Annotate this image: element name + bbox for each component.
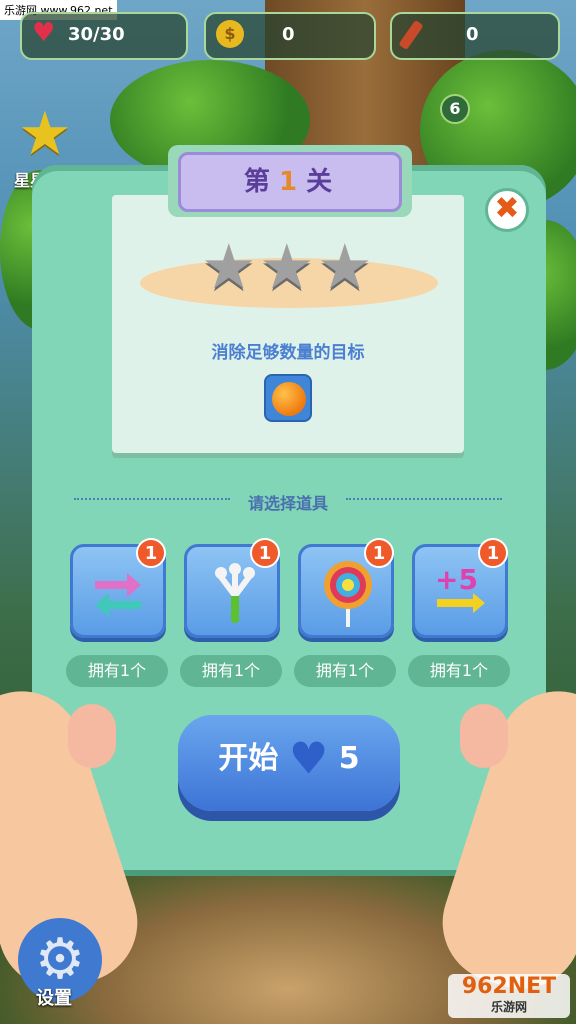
- rating-star-icon: ★: [317, 230, 373, 303]
- lives-value: 30/30: [68, 24, 125, 45]
- lollipop-icon: [317, 557, 379, 629]
- booster-owned-label: 拥有1个: [294, 655, 396, 687]
- close-icon: ✖: [494, 191, 520, 226]
- plus5-moves-icon: +5: [427, 561, 495, 625]
- fork-icon: [205, 559, 265, 627]
- site-logo: 962NET 乐游网: [448, 974, 570, 1018]
- gear-icon: ⚙: [34, 927, 86, 992]
- star-icon[interactable]: ★: [18, 104, 72, 164]
- level-number: 1: [278, 167, 302, 197]
- start-button-content: 开始 ♥ 5: [178, 715, 400, 805]
- orange-icon: [272, 382, 306, 416]
- right-thumb: [460, 704, 508, 768]
- close-button[interactable]: ✖: [485, 188, 529, 232]
- rating-star-icon: ★: [201, 230, 257, 303]
- start-label: 开始: [218, 741, 279, 776]
- title-prefix: 第: [243, 167, 274, 197]
- level-title: 第 1 关: [178, 152, 402, 212]
- left-thumb: [68, 704, 116, 768]
- booster-count-badge: 1: [478, 538, 508, 568]
- booster-count-badge: 1: [364, 538, 394, 568]
- booster-owned-label: 拥有1个: [408, 655, 510, 687]
- select-boosters-label: 请选择道具: [247, 494, 328, 513]
- lives-counter: ♥ 30/30: [20, 12, 188, 60]
- start-button[interactable]: 开始 ♥ 5: [178, 715, 400, 811]
- items-value: 0: [466, 24, 479, 45]
- level-badge: 6: [440, 94, 470, 124]
- items-counter: 0: [390, 12, 560, 60]
- booster-owned-label: 拥有1个: [180, 655, 282, 687]
- goal-description: 消除足够数量的目标: [211, 343, 365, 363]
- booster-count-badge: 1: [136, 538, 166, 568]
- settings-label: 设置: [36, 988, 72, 1009]
- divider-right: [346, 498, 502, 500]
- coins-value: 0: [282, 24, 295, 45]
- svg-text:+5: +5: [435, 563, 478, 596]
- logo-subtext: 乐游网: [490, 1000, 527, 1014]
- swap-arrows-icon: [87, 563, 149, 619]
- logo-text: 962NET: [461, 974, 557, 999]
- title-suffix: 关: [306, 167, 337, 197]
- rating-star-icon: ★: [259, 230, 315, 303]
- goal-target: [264, 374, 312, 422]
- heart-icon: ♥: [288, 733, 329, 785]
- coin-icon: $: [216, 20, 244, 48]
- firework-icon: [398, 19, 424, 51]
- booster-owned-label: 拥有1个: [66, 655, 168, 687]
- coins-counter: $ 0: [204, 12, 376, 60]
- start-cost: 5: [338, 741, 360, 776]
- booster-count-badge: 1: [250, 538, 280, 568]
- heart-icon: ♥: [32, 18, 56, 48]
